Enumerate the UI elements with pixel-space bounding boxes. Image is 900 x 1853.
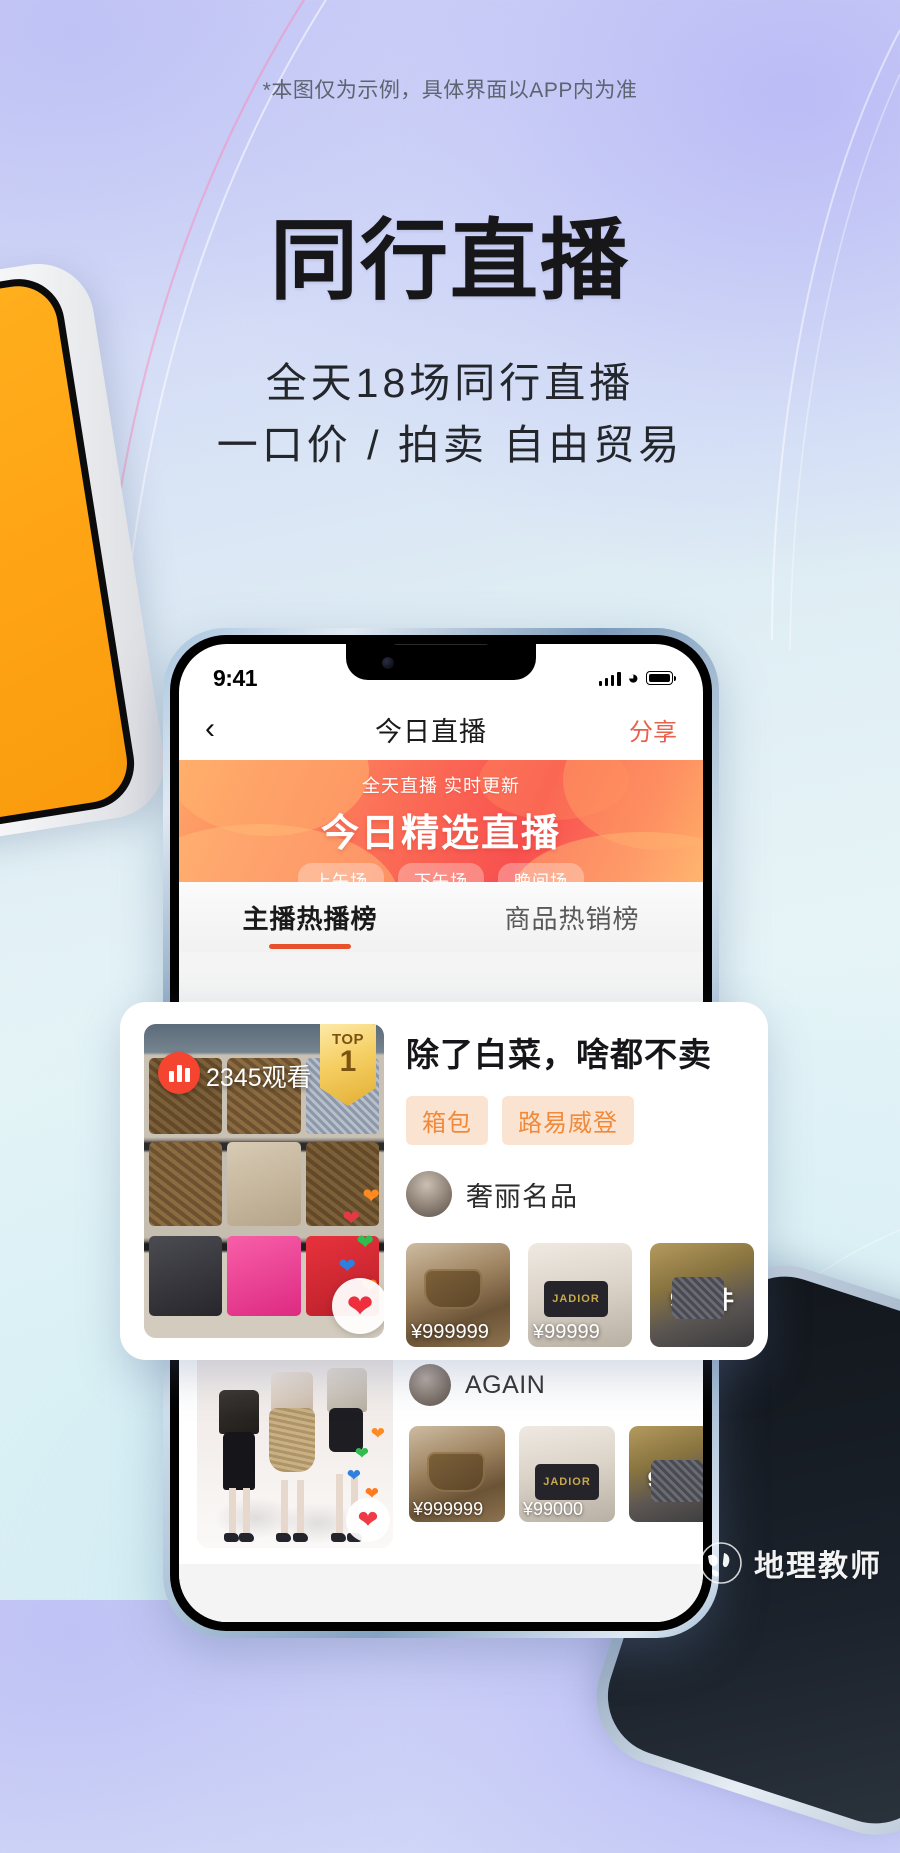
host-name: 奢丽名品 — [466, 1181, 578, 1212]
heart-icon: ❤ — [370, 1424, 385, 1443]
tab-product-ranking-label: 商品热销榜 — [504, 903, 640, 934]
avatar — [406, 1171, 452, 1217]
notch-speaker — [393, 644, 489, 645]
product-price: ¥99000 — [523, 1499, 584, 1519]
floating-hearts: ❤ ❤ ❤ ❤ ❤ ❤ — [324, 1184, 384, 1334]
viewer-count: 2345观看 — [206, 1064, 312, 1092]
share-button[interactable]: 分享 — [607, 712, 677, 747]
status-time: 9:41 — [213, 664, 258, 691]
subtitle-line-2: 一口价 / 拍卖 自由贸易 — [216, 422, 684, 468]
live-room-title: 除了白菜，啥都不卖 — [406, 1036, 712, 1073]
featured-card-host[interactable]: 奢丽名品 — [406, 1171, 744, 1217]
product-count: 960件 — [669, 1287, 735, 1315]
list-item-host[interactable]: AGAIN — [409, 1364, 685, 1406]
left-phone-mockup: ⚡ — [0, 255, 173, 849]
banner-session-pills: 上午场 下午场 晚间场 — [179, 863, 703, 882]
product-price: ¥999999 — [411, 1321, 489, 1343]
product-thumbnail[interactable]: ¥99000 — [519, 1426, 615, 1522]
signal-bars-icon — [598, 671, 621, 686]
back-button[interactable]: ‹ — [205, 714, 255, 744]
product-thumbnail[interactable]: ¥99999 — [528, 1243, 632, 1347]
tab-product-ranking[interactable]: 商品热销榜 — [441, 899, 703, 936]
heart-icon: ❤ — [362, 1185, 380, 1208]
product-thumbnail[interactable]: 960件 — [629, 1426, 703, 1522]
nav-title: 今日直播 — [375, 716, 487, 747]
featured-card-info: 除了白菜，啥都不卖 箱包 路易威登 奢丽名品 ¥999999 ¥99999 96… — [406, 1024, 754, 1347]
featured-card-tags: 箱包 路易威登 — [406, 1096, 744, 1145]
product-count: 960件 — [647, 1467, 703, 1493]
status-icons: ◕ — [598, 667, 677, 689]
session-pill-afternoon[interactable]: 下午场 — [398, 863, 484, 882]
session-pill-evening[interactable]: 晚间场 — [498, 863, 584, 882]
disclaimer-text: *本图仅为示例，具体界面以APP内为准 — [262, 79, 638, 102]
like-button[interactable]: ❤ — [332, 1278, 384, 1334]
heart-icon: ❤ — [342, 1207, 360, 1230]
left-phone-screen: ⚡ — [0, 272, 141, 835]
tab-anchor-ranking-label: 主播热播榜 — [242, 903, 378, 934]
tab-active-underline — [269, 943, 351, 949]
globe-icon — [700, 1542, 742, 1584]
host-name: AGAIN — [465, 1370, 546, 1399]
promo-banner[interactable]: 全天直播 实时更新 今日精选直播 上午场 下午场 晚间场 — [179, 760, 703, 882]
battery-icon — [646, 671, 677, 685]
like-button[interactable]: ❤ — [346, 1498, 390, 1542]
featured-live-card[interactable]: 2345观看 TOP 1 ❤ ❤ ❤ ❤ ❤ ❤ 除了白菜，啥都不卖 箱包 路易… — [120, 1002, 768, 1360]
banner-eyebrow: 全天直播 实时更新 — [361, 776, 520, 796]
ranking-tabs: 主播热播榜 商品热销榜 — [179, 882, 703, 952]
product-price: ¥99999 — [533, 1321, 600, 1343]
phone-notch — [346, 644, 536, 680]
app-nav-bar: ‹ 今日直播 分享 — [179, 698, 703, 760]
product-price: ¥999999 — [413, 1499, 484, 1519]
floating-hearts: ❤ ❤ ❤ ❤ ❤ — [331, 1422, 391, 1542]
featured-card-products: ¥999999 ¥99999 960件 — [406, 1243, 754, 1347]
heart-icon: ❤ — [346, 1466, 361, 1485]
product-thumbnail[interactable]: ¥999999 — [409, 1426, 505, 1522]
list-item-products: ¥999999 ¥99000 960件 — [409, 1426, 703, 1522]
avatar — [409, 1364, 451, 1406]
heart-icon: ❤ — [356, 1231, 374, 1254]
watermark: 地理教师 — [698, 1540, 882, 1586]
tag-category[interactable]: 箱包 — [406, 1096, 488, 1145]
banner-title: 今日精选直播 — [320, 813, 561, 855]
heart-icon: ❤ — [354, 1444, 369, 1463]
heart-icon: ❤ — [338, 1255, 356, 1278]
front-camera-icon — [382, 657, 394, 669]
session-pill-morning[interactable]: 上午场 — [298, 863, 384, 882]
subtitle-line-1: 全天18场同行直播 — [265, 360, 635, 406]
tab-anchor-ranking[interactable]: 主播热播榜 — [179, 899, 441, 949]
product-thumbnail[interactable]: ¥999999 — [406, 1243, 510, 1347]
live-signal-icon — [158, 1052, 200, 1094]
page-title: 同行直播 — [269, 211, 630, 310]
product-thumbnail[interactable]: 960件 — [650, 1243, 754, 1347]
featured-live-thumbnail[interactable]: 2345观看 TOP 1 ❤ ❤ ❤ ❤ ❤ ❤ — [144, 1024, 384, 1338]
watermark-text: 地理教师 — [754, 1549, 882, 1584]
tag-brand[interactable]: 路易威登 — [502, 1096, 634, 1145]
wifi-icon: ◕ — [627, 667, 639, 689]
rank-badge-number: 1 — [339, 1045, 357, 1078]
